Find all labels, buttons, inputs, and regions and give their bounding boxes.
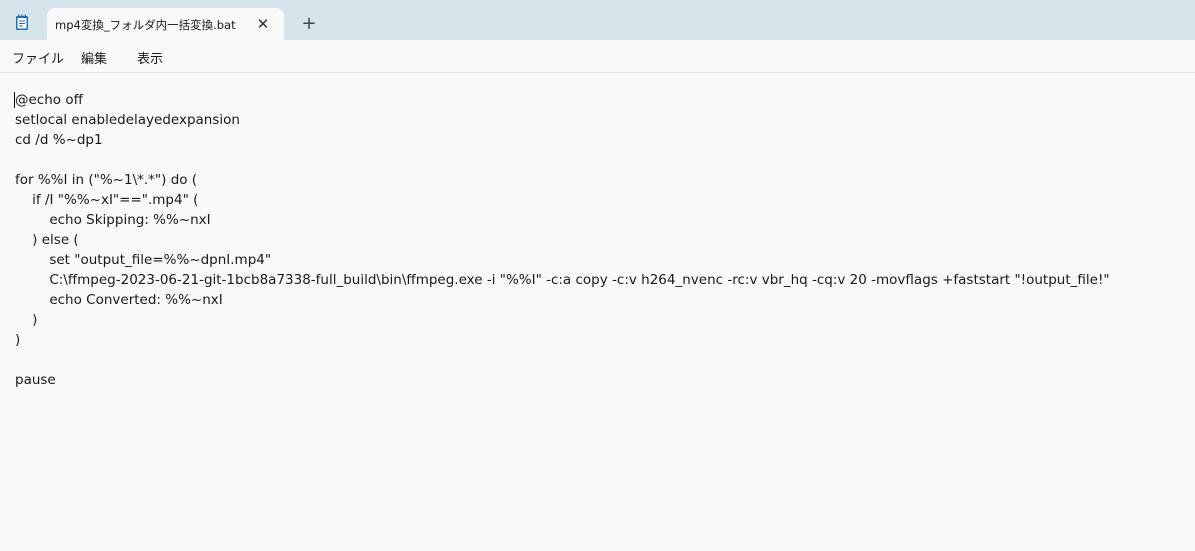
notepad-window: mp4変換_フォルダ内一括変換.bat ✕ + ファイル 編集 表示 @echo…	[0, 0, 1195, 551]
code-line: for %%I in ("%~1\*.*") do (	[15, 172, 198, 188]
menu-file[interactable]: ファイル	[12, 48, 64, 67]
text-editor[interactable]	[0, 73, 1195, 551]
text-caret	[14, 92, 15, 108]
menu-bar: ファイル 編集 表示	[0, 40, 1195, 73]
new-tab-button[interactable]: +	[298, 13, 320, 35]
code-line: echo Converted: %%~nxI	[15, 292, 223, 308]
tab-active[interactable]: mp4変換_フォルダ内一括変換.bat ✕	[47, 8, 284, 40]
tab-bar: mp4変換_フォルダ内一括変換.bat ✕ +	[0, 0, 1195, 40]
close-icon[interactable]: ✕	[252, 13, 274, 35]
notepad-icon[interactable]	[15, 14, 29, 31]
code-line: ) else (	[15, 232, 79, 248]
code-line: set "output_file=%%~dpnI.mp4"	[15, 252, 272, 268]
menu-view[interactable]: 表示	[137, 48, 163, 67]
code-line: cd /d %~dp1	[15, 132, 103, 148]
code-line: pause	[15, 372, 56, 388]
menu-edit[interactable]: 編集	[81, 48, 107, 67]
code-line: if /I "%%~xI"==".mp4" (	[15, 192, 199, 208]
tab-title: mp4変換_フォルダ内一括変換.bat	[55, 18, 236, 32]
code-line: )	[15, 312, 38, 328]
code-line: echo Skipping: %%~nxI	[15, 212, 211, 228]
code-line: setlocal enabledelayedexpansion	[15, 112, 240, 128]
code-line: @echo off	[15, 92, 83, 108]
code-line: )	[15, 332, 21, 348]
code-line: C:\ffmpeg-2023-06-21-git-1bcb8a7338-full…	[15, 272, 1110, 288]
